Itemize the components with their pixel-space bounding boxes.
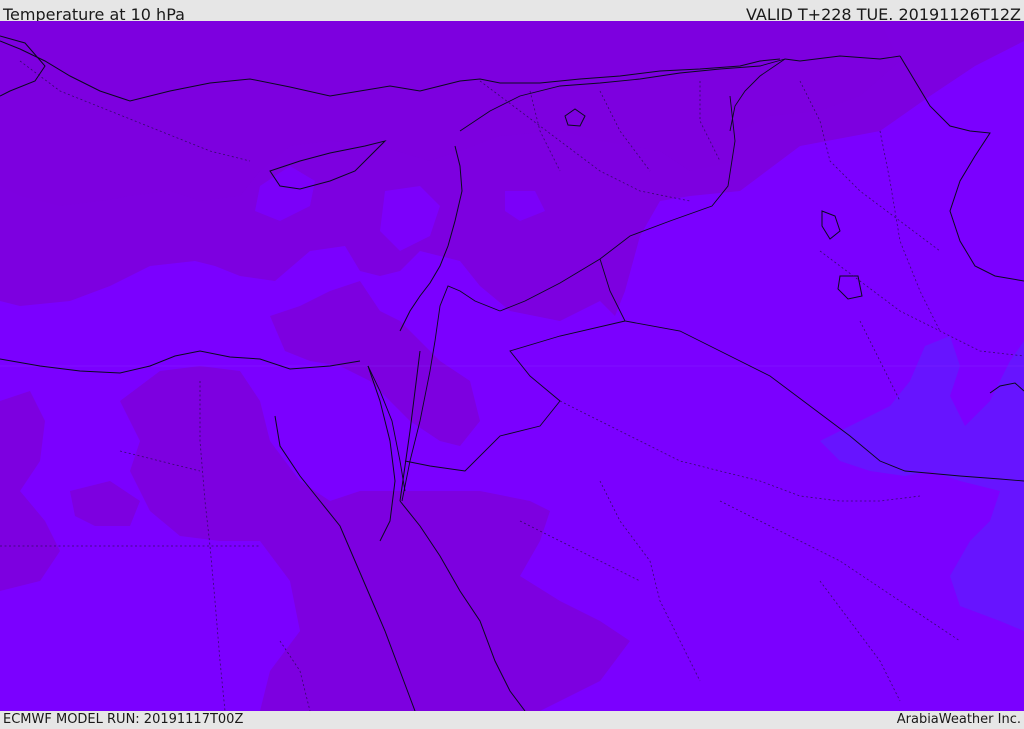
temperature-map xyxy=(0,21,1024,711)
footer-bar: ECMWF MODEL RUN: 20191117T00Z ArabiaWeat… xyxy=(0,711,1024,729)
model-run-label: ECMWF MODEL RUN: 20191117T00Z xyxy=(3,712,244,727)
credit-label: ArabiaWeather Inc. xyxy=(896,712,1021,727)
map-canvas xyxy=(0,21,1024,711)
header-bar: Temperature at 10 hPa VALID T+228 TUE. 2… xyxy=(0,0,1024,24)
